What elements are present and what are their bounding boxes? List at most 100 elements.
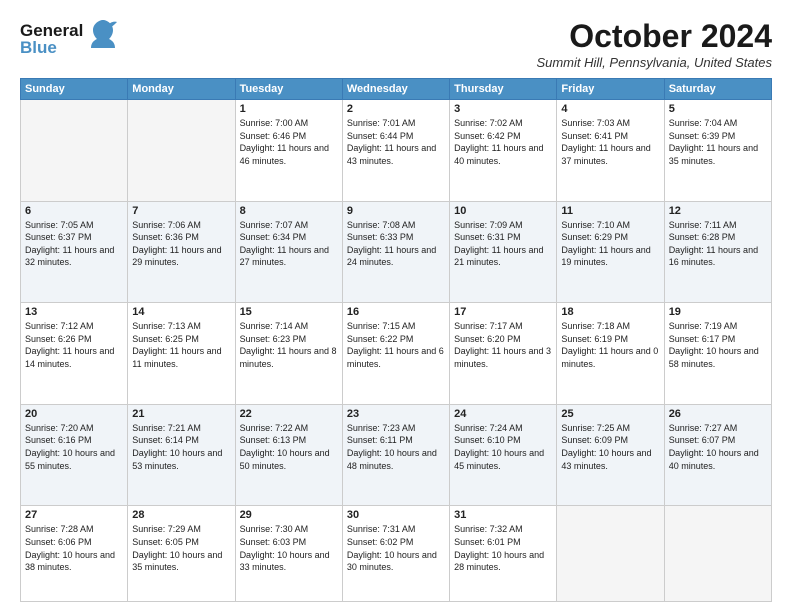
calendar-cell: 19 Sunrise: 7:19 AMSunset: 6:17 PMDayligh… xyxy=(664,303,771,405)
calendar-cell: 16 Sunrise: 7:15 AMSunset: 6:22 PMDayligh… xyxy=(342,303,449,405)
logo: General Blue xyxy=(20,18,117,59)
day-number: 3 xyxy=(454,103,552,115)
day-number: 13 xyxy=(25,306,123,318)
calendar-cell: 3 Sunrise: 7:02 AMSunset: 6:42 PMDaylight… xyxy=(450,100,557,202)
day-info: Sunrise: 7:06 AMSunset: 6:36 PMDaylight:… xyxy=(132,219,230,269)
calendar-cell: 11Sunrise: 7:10 AMSunset: 6:29 PMDayligh… xyxy=(557,201,664,303)
day-number: 19 xyxy=(669,306,767,318)
day-number: 20 xyxy=(25,408,123,420)
calendar-cell: 18 Sunrise: 7:18 AMSunset: 6:19 PMDayligh… xyxy=(557,303,664,405)
day-number: 18 xyxy=(561,306,659,318)
day-number: 6 xyxy=(25,205,123,217)
day-info: Sunrise: 7:15 AMSunset: 6:22 PMDaylight:… xyxy=(347,320,445,370)
day-info: Sunrise: 7:19 AMSunset: 6:17 PMDaylight:… xyxy=(669,320,767,370)
day-number: 28 xyxy=(132,509,230,521)
day-info: Sunrise: 7:09 AMSunset: 6:31 PMDaylight:… xyxy=(454,219,552,269)
calendar-header-sunday: Sunday xyxy=(21,79,128,100)
calendar-week-4: 20 Sunrise: 7:20 AMSunset: 6:16 PMDayligh… xyxy=(21,404,772,506)
calendar-cell: 12 Sunrise: 7:11 AMSunset: 6:28 PMDayligh… xyxy=(664,201,771,303)
calendar-week-3: 13Sunrise: 7:12 AMSunset: 6:26 PMDayligh… xyxy=(21,303,772,405)
calendar-cell: 17 Sunrise: 7:17 AMSunset: 6:20 PMDayligh… xyxy=(450,303,557,405)
title-area: October 2024 Summit Hill, Pennsylvania, … xyxy=(536,18,772,70)
day-number: 14 xyxy=(132,306,230,318)
calendar-cell: 22 Sunrise: 7:22 AMSunset: 6:13 PMDayligh… xyxy=(235,404,342,506)
page: General Blue October 2024 Summit Hill, P… xyxy=(0,0,792,612)
day-number: 21 xyxy=(132,408,230,420)
calendar-week-1: 1Sunrise: 7:00 AMSunset: 6:46 PMDaylight… xyxy=(21,100,772,202)
day-info: Sunrise: 7:25 AMSunset: 6:09 PMDaylight:… xyxy=(561,422,659,472)
day-info: Sunrise: 7:20 AMSunset: 6:16 PMDaylight:… xyxy=(25,422,123,472)
day-number: 24 xyxy=(454,408,552,420)
calendar-cell: 20 Sunrise: 7:20 AMSunset: 6:16 PMDayligh… xyxy=(21,404,128,506)
day-number: 5 xyxy=(669,103,767,115)
day-number: 10 xyxy=(454,205,552,217)
day-number: 2 xyxy=(347,103,445,115)
day-info: Sunrise: 7:31 AMSunset: 6:02 PMDaylight:… xyxy=(347,523,445,573)
calendar-cell: 8 Sunrise: 7:07 AMSunset: 6:34 PMDaylight… xyxy=(235,201,342,303)
day-info: Sunrise: 7:08 AMSunset: 6:33 PMDaylight:… xyxy=(347,219,445,269)
calendar-cell: 1Sunrise: 7:00 AMSunset: 6:46 PMDaylight… xyxy=(235,100,342,202)
day-info: Sunrise: 7:11 AMSunset: 6:28 PMDaylight:… xyxy=(669,219,767,269)
day-number: 26 xyxy=(669,408,767,420)
calendar-cell: 9 Sunrise: 7:08 AMSunset: 6:33 PMDaylight… xyxy=(342,201,449,303)
day-number: 30 xyxy=(347,509,445,521)
day-number: 7 xyxy=(132,205,230,217)
day-info: Sunrise: 7:30 AMSunset: 6:03 PMDaylight:… xyxy=(240,523,338,573)
header: General Blue October 2024 Summit Hill, P… xyxy=(20,18,772,70)
calendar-cell xyxy=(557,506,664,602)
calendar-cell: 4Sunrise: 7:03 AMSunset: 6:41 PMDaylight… xyxy=(557,100,664,202)
calendar-header-friday: Friday xyxy=(557,79,664,100)
calendar-cell: 2 Sunrise: 7:01 AMSunset: 6:44 PMDaylight… xyxy=(342,100,449,202)
calendar-cell: 28 Sunrise: 7:29 AMSunset: 6:05 PMDayligh… xyxy=(128,506,235,602)
day-info: Sunrise: 7:32 AMSunset: 6:01 PMDaylight:… xyxy=(454,523,552,573)
calendar-cell: 15Sunrise: 7:14 AMSunset: 6:23 PMDayligh… xyxy=(235,303,342,405)
day-number: 9 xyxy=(347,205,445,217)
day-info: Sunrise: 7:21 AMSunset: 6:14 PMDaylight:… xyxy=(132,422,230,472)
calendar-cell: 14 Sunrise: 7:13 AMSunset: 6:25 PMDayligh… xyxy=(128,303,235,405)
day-info: Sunrise: 7:10 AMSunset: 6:29 PMDaylight:… xyxy=(561,219,659,269)
day-info: Sunrise: 7:22 AMSunset: 6:13 PMDaylight:… xyxy=(240,422,338,472)
calendar-header-monday: Monday xyxy=(128,79,235,100)
day-info: Sunrise: 7:28 AMSunset: 6:06 PMDaylight:… xyxy=(25,523,123,573)
calendar-cell xyxy=(128,100,235,202)
day-info: Sunrise: 7:07 AMSunset: 6:34 PMDaylight:… xyxy=(240,219,338,269)
day-number: 31 xyxy=(454,509,552,521)
calendar-cell xyxy=(664,506,771,602)
day-number: 12 xyxy=(669,205,767,217)
day-number: 23 xyxy=(347,408,445,420)
calendar-cell: 13Sunrise: 7:12 AMSunset: 6:26 PMDayligh… xyxy=(21,303,128,405)
calendar-header-saturday: Saturday xyxy=(664,79,771,100)
calendar-week-2: 6 Sunrise: 7:05 AMSunset: 6:37 PMDaylight… xyxy=(21,201,772,303)
calendar-cell: 30 Sunrise: 7:31 AMSunset: 6:02 PMDayligh… xyxy=(342,506,449,602)
calendar-header-wednesday: Wednesday xyxy=(342,79,449,100)
calendar-cell: 5Sunrise: 7:04 AMSunset: 6:39 PMDaylight… xyxy=(664,100,771,202)
day-info: Sunrise: 7:13 AMSunset: 6:25 PMDaylight:… xyxy=(132,320,230,370)
day-info: Sunrise: 7:05 AMSunset: 6:37 PMDaylight:… xyxy=(25,219,123,269)
day-info: Sunrise: 7:01 AMSunset: 6:44 PMDaylight:… xyxy=(347,117,445,167)
day-info: Sunrise: 7:27 AMSunset: 6:07 PMDaylight:… xyxy=(669,422,767,472)
day-info: Sunrise: 7:17 AMSunset: 6:20 PMDaylight:… xyxy=(454,320,552,370)
calendar-cell: 27 Sunrise: 7:28 AMSunset: 6:06 PMDayligh… xyxy=(21,506,128,602)
day-number: 22 xyxy=(240,408,338,420)
calendar-cell: 7 Sunrise: 7:06 AMSunset: 6:36 PMDaylight… xyxy=(128,201,235,303)
calendar: SundayMondayTuesdayWednesdayThursdayFrid… xyxy=(20,78,772,602)
calendar-cell: 25Sunrise: 7:25 AMSunset: 6:09 PMDayligh… xyxy=(557,404,664,506)
calendar-header-tuesday: Tuesday xyxy=(235,79,342,100)
day-number: 29 xyxy=(240,509,338,521)
day-info: Sunrise: 7:23 AMSunset: 6:11 PMDaylight:… xyxy=(347,422,445,472)
calendar-cell: 24Sunrise: 7:24 AMSunset: 6:10 PMDayligh… xyxy=(450,404,557,506)
day-info: Sunrise: 7:02 AMSunset: 6:42 PMDaylight:… xyxy=(454,117,552,167)
day-number: 17 xyxy=(454,306,552,318)
calendar-cell: 23 Sunrise: 7:23 AMSunset: 6:11 PMDayligh… xyxy=(342,404,449,506)
day-number: 16 xyxy=(347,306,445,318)
day-info: Sunrise: 7:00 AMSunset: 6:46 PMDaylight:… xyxy=(240,117,338,167)
location: Summit Hill, Pennsylvania, United States xyxy=(536,55,772,70)
calendar-cell: 29 Sunrise: 7:30 AMSunset: 6:03 PMDayligh… xyxy=(235,506,342,602)
day-number: 27 xyxy=(25,509,123,521)
calendar-cell: 10 Sunrise: 7:09 AMSunset: 6:31 PMDayligh… xyxy=(450,201,557,303)
logo-blue: Blue xyxy=(20,39,83,56)
day-info: Sunrise: 7:29 AMSunset: 6:05 PMDaylight:… xyxy=(132,523,230,573)
calendar-header-row: SundayMondayTuesdayWednesdayThursdayFrid… xyxy=(21,79,772,100)
day-info: Sunrise: 7:18 AMSunset: 6:19 PMDaylight:… xyxy=(561,320,659,370)
day-number: 8 xyxy=(240,205,338,217)
